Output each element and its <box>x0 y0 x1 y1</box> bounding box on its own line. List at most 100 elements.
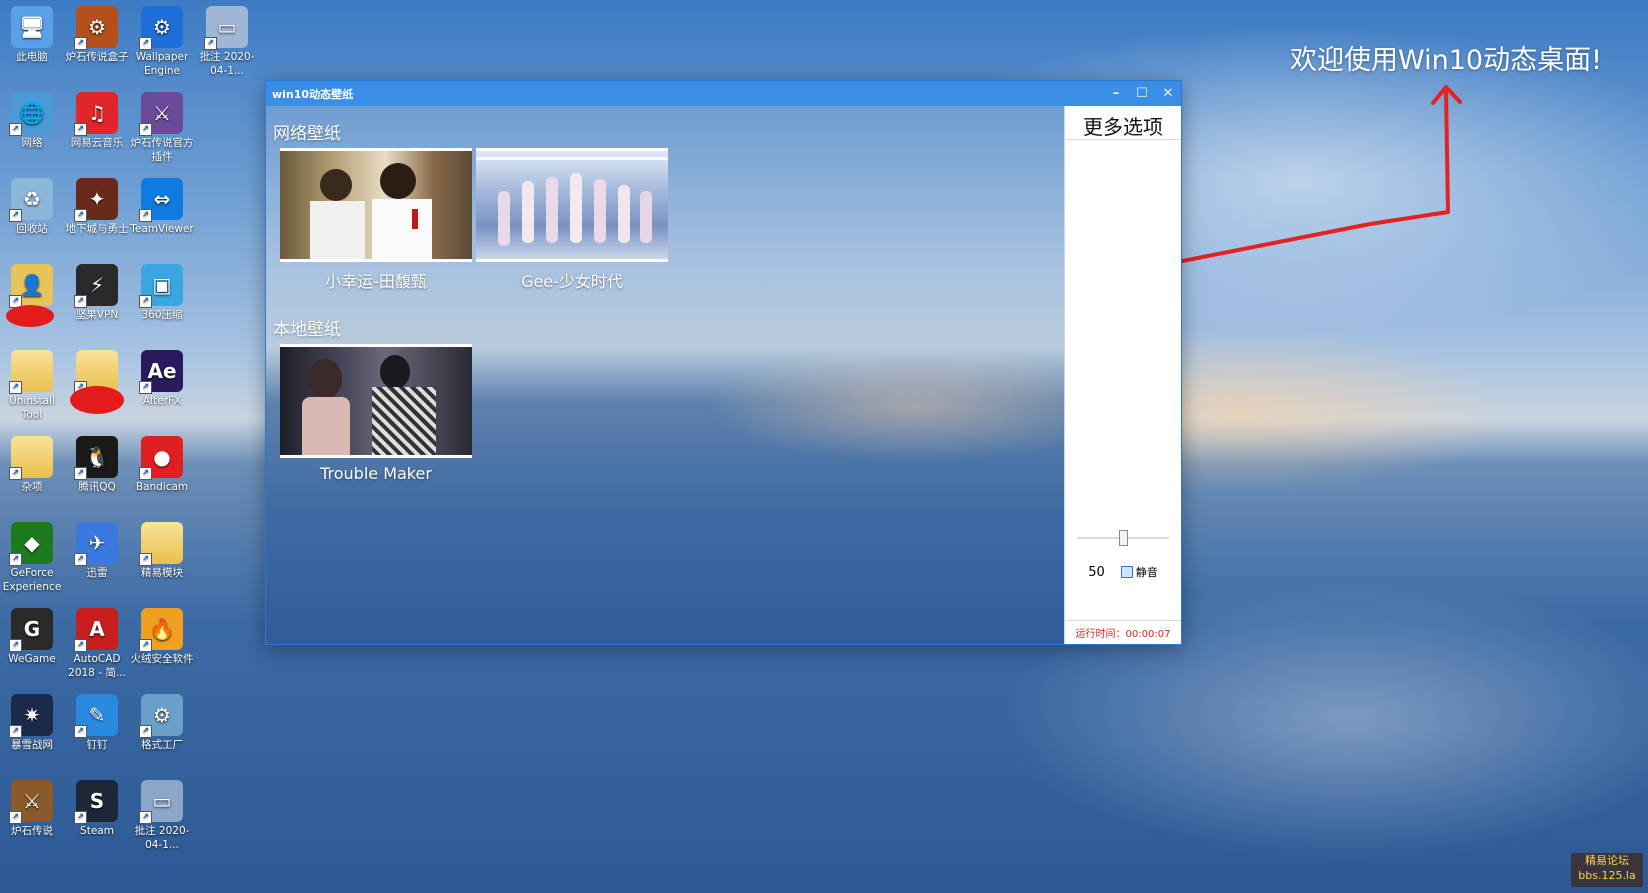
shortcut-arrow-icon: ↗ <box>139 209 152 222</box>
shortcut-arrow-icon: ↗ <box>139 553 152 566</box>
wallpaper-thumbnail[interactable] <box>280 344 472 458</box>
desktop-icon-label: 炉石传说盒子 <box>65 51 129 63</box>
desktop-icon[interactable]: ↗ 精易模块 <box>130 516 194 580</box>
desktop-icon[interactable]: ▭ ↗ 批注 2020-04-1... <box>195 0 259 78</box>
shortcut-arrow-icon: ↗ <box>74 467 87 480</box>
shortcut-arrow-icon: ↗ <box>9 209 22 222</box>
minimize-button[interactable]: – <box>1103 81 1129 106</box>
title-bar[interactable]: win10动态壁纸 – ☐ ✕ <box>266 81 1181 106</box>
desktop-icon[interactable]: ✎ ↗ 钉钉 <box>65 688 129 752</box>
window-body: 网络壁纸 小幸运-田馥甄 Gee-少女时代 本地壁纸 Trouble Maker… <box>266 106 1181 644</box>
app-icon: ↗ <box>139 522 183 566</box>
app-icon: ✎ ↗ <box>74 694 118 738</box>
shortcut-arrow-icon: ↗ <box>74 639 87 652</box>
desktop-icon-label: 杂项 <box>21 481 43 493</box>
desktop-icon-label: 炉石传说 <box>11 825 53 837</box>
maximize-button[interactable]: ☐ <box>1129 81 1155 106</box>
app-icon: ⚔ ↗ <box>139 92 183 136</box>
desktop-icon[interactable]: A ↗ AutoCAD 2018 - 简... <box>65 602 129 680</box>
desktop-icon[interactable]: ✦ ↗ 地下城与勇士 <box>65 172 129 236</box>
desktop-icon-label: Steam <box>80 825 114 837</box>
desktop-icon-label: 地下城与勇士 <box>65 223 129 235</box>
app-icon: 🐧 ↗ <box>74 436 118 480</box>
desktop-icon[interactable]: ▭ ↗ 批注 2020-04-1... <box>130 774 194 852</box>
desktop-icon-label: 360压缩 <box>141 309 183 321</box>
app-icon: ✈ ↗ <box>74 522 118 566</box>
app-icon: 🖥 <box>11 6 53 48</box>
desktop-icon-label: Wallpaper Engine <box>135 51 189 77</box>
mute-checkbox[interactable] <box>1120 566 1133 578</box>
desktop-icon[interactable]: 🐧 ↗ 腾讯QQ <box>65 430 129 494</box>
shortcut-arrow-icon: ↗ <box>74 37 87 50</box>
shortcut-arrow-icon: ↗ <box>9 811 22 824</box>
app-icon: ♫ ↗ <box>74 92 118 136</box>
app-icon: ⚙ ↗ <box>74 6 118 50</box>
shortcut-arrow-icon: ↗ <box>204 37 217 50</box>
desktop-icon-label: TeamViewer <box>130 223 194 235</box>
desktop-icon[interactable]: ↗ 杂项 <box>0 430 64 494</box>
wallpaper-card-1[interactable]: 小幸运-田馥甄 <box>280 148 472 292</box>
shortcut-arrow-icon: ↗ <box>139 467 152 480</box>
desktop-icon[interactable]: G ↗ WeGame <box>0 602 64 666</box>
desktop-icon[interactable]: ⚙ ↗ Wallpaper Engine <box>130 0 194 78</box>
desktop-icon[interactable]: 🖥 此电脑 <box>0 0 64 64</box>
desktop-icon[interactable]: ⇔ ↗ TeamViewer <box>130 172 194 236</box>
desktop-icon[interactable]: ⚔ ↗ 炉石传说 <box>0 774 64 838</box>
desktop-icon[interactable]: S ↗ Steam <box>65 774 129 838</box>
wallpaper-card-2[interactable]: Gee-少女时代 <box>476 148 668 292</box>
mute-label[interactable]: 静音 <box>1136 564 1158 580</box>
desktop-icon-label: 网易云音乐 <box>70 137 124 149</box>
desktop-icon[interactable]: ⚙ ↗ 炉石传说盒子 <box>65 0 129 64</box>
desktop-icon[interactable]: 🌐 ↗ 网络 <box>0 86 64 150</box>
desktop-icon[interactable]: ✷ ↗ 暴雪战网 <box>0 688 64 752</box>
wallpaper-app-window: win10动态壁纸 – ☐ ✕ 网络壁纸 小幸运-田馥甄 Gee-少女时代 本地… <box>265 80 1182 645</box>
shortcut-arrow-icon: ↗ <box>74 381 87 394</box>
volume-slider[interactable] <box>1077 528 1169 548</box>
desktop-icon-label: 炉石传说官方插件 <box>130 137 194 163</box>
app-icon: ✷ ↗ <box>9 694 53 738</box>
shortcut-arrow-icon: ↗ <box>9 295 22 308</box>
app-icon: S ↗ <box>74 780 118 824</box>
wallpaper-label: 小幸运-田馥甄 <box>325 272 427 291</box>
wallpaper-card-3[interactable]: Trouble Maker <box>280 344 472 483</box>
app-icon: ▣ ↗ <box>139 264 183 308</box>
close-button[interactable]: ✕ <box>1155 81 1181 106</box>
desktop-icon-label: 网络 <box>21 137 43 149</box>
desktop-icon[interactable]: ⚙ ↗ 格式工厂 <box>130 688 194 752</box>
app-icon: ● ↗ <box>139 436 183 480</box>
desktop-icon[interactable]: ⚡ ↗ 坚果VPN <box>65 258 129 322</box>
more-options-panel: 更多选项 50 静音 运行时间：00:00:07 <box>1064 106 1181 644</box>
desktop-icon-label: 批注 2020-04-1... <box>199 51 255 77</box>
desktop-icon[interactable]: ▣ ↗ 360压缩 <box>130 258 194 322</box>
wallpaper-thumbnail[interactable] <box>280 148 472 262</box>
desktop-icon[interactable]: ♻ ↗ 回收站 <box>0 172 64 236</box>
local-wallpaper-heading: 本地壁纸 <box>273 320 341 340</box>
app-icon: ✦ ↗ <box>74 178 118 222</box>
desktop-icon[interactable]: ♫ ↗ 网易云音乐 <box>65 86 129 150</box>
desktop-icon[interactable]: 👤 ↗ <box>0 258 64 308</box>
shortcut-arrow-icon: ↗ <box>9 553 22 566</box>
desktop-icon[interactable]: ◆ ↗ GeForce Experience <box>0 516 64 594</box>
desktop-icon-label: 回收站 <box>16 223 48 235</box>
desktop-icon[interactable]: Ae ↗ AfterFX <box>130 344 194 408</box>
app-icon: ⚡ ↗ <box>74 264 118 308</box>
desktop-icon[interactable]: ↗ <box>65 344 129 394</box>
desktop-icon[interactable]: ● ↗ Bandicam <box>130 430 194 494</box>
desktop-icon[interactable]: ✈ ↗ 迅雷 <box>65 516 129 580</box>
shortcut-arrow-icon: ↗ <box>139 725 152 738</box>
app-icon: Ae ↗ <box>139 350 183 394</box>
shortcut-arrow-icon: ↗ <box>139 381 152 394</box>
app-icon: ↗ <box>9 436 53 480</box>
app-icon: ⚙ ↗ <box>139 6 183 50</box>
desktop-icon[interactable]: 🔥 ↗ 火绒安全软件 <box>130 602 194 666</box>
wallpaper-thumbnail[interactable] <box>476 148 668 262</box>
desktop-icon-label: Bandicam <box>135 481 189 493</box>
desktop-icon-label: 暴雪战网 <box>11 739 53 751</box>
redaction-mark-1 <box>6 305 54 327</box>
wallpaper-label: Gee-少女时代 <box>521 272 623 291</box>
desktop-icon[interactable]: ⚔ ↗ 炉石传说官方插件 <box>130 86 194 164</box>
shortcut-arrow-icon: ↗ <box>9 123 22 136</box>
volume-value: 50 <box>1088 564 1105 580</box>
desktop-icon[interactable]: ↗ Uninstall Tool <box>0 344 64 422</box>
slider-thumb[interactable] <box>1119 530 1128 546</box>
